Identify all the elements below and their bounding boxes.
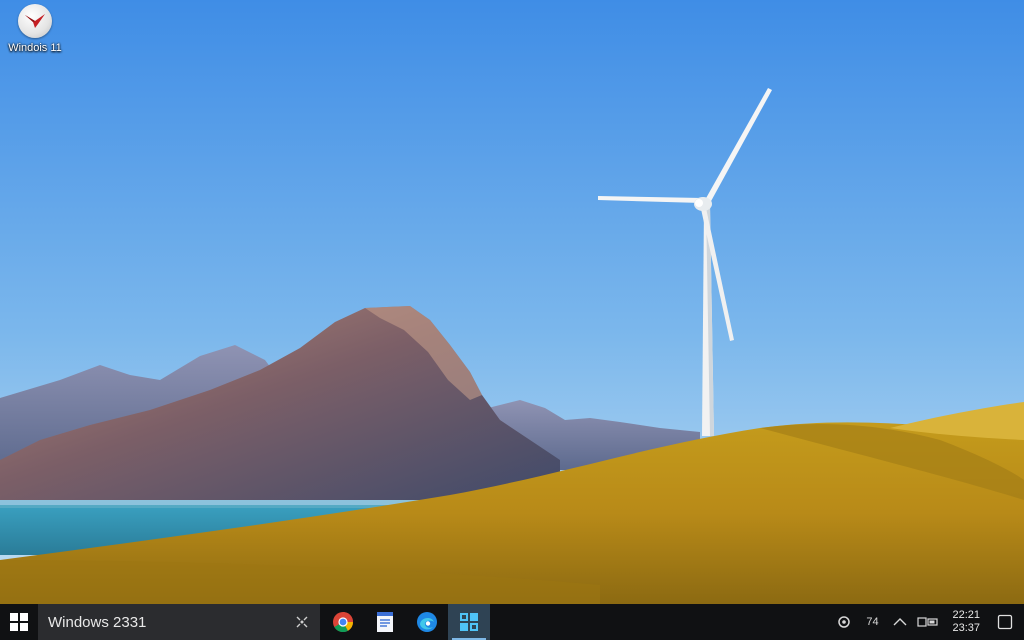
app-logo-icon [18,4,52,38]
desktop-icon-label: Windois 11 [8,42,62,54]
taskbar-app-edge[interactable] [406,604,448,640]
wifi-icon[interactable] [886,604,914,640]
clock[interactable]: 22:21 23:37 [942,604,990,640]
notification-icon[interactable] [990,604,1020,640]
taskbar-app-store[interactable] [448,604,490,640]
taskbar: Windows 2331 74 22:21 23:37 [0,604,1024,640]
clock-date: 23:37 [952,622,980,634]
start-button[interactable] [0,604,38,640]
document-icon [377,612,393,632]
taskbar-apps [322,604,490,640]
tray-text-item[interactable]: 74 [858,604,886,640]
chrome-icon [333,612,354,633]
store-icon [460,613,478,631]
battery-icon[interactable] [914,604,942,640]
microphone-icon[interactable] [294,614,310,630]
taskbar-app-document[interactable] [364,604,406,640]
desktop-icon-windows[interactable]: Windois 11 [4,4,66,54]
edge-icon [417,612,437,632]
search-text: Windows 2331 [48,613,147,631]
search-box[interactable]: Windows 2331 [38,604,320,640]
desktop: Windois 11 Windows 2331 74 22:21 23:37 [0,0,1024,640]
settings-icon[interactable] [830,604,858,640]
clock-time: 22:21 [952,609,980,621]
taskbar-app-chrome[interactable] [322,604,364,640]
windows-logo-icon [10,613,28,631]
system-tray: 74 22:21 23:37 [830,604,1024,640]
wallpaper [0,0,1024,604]
